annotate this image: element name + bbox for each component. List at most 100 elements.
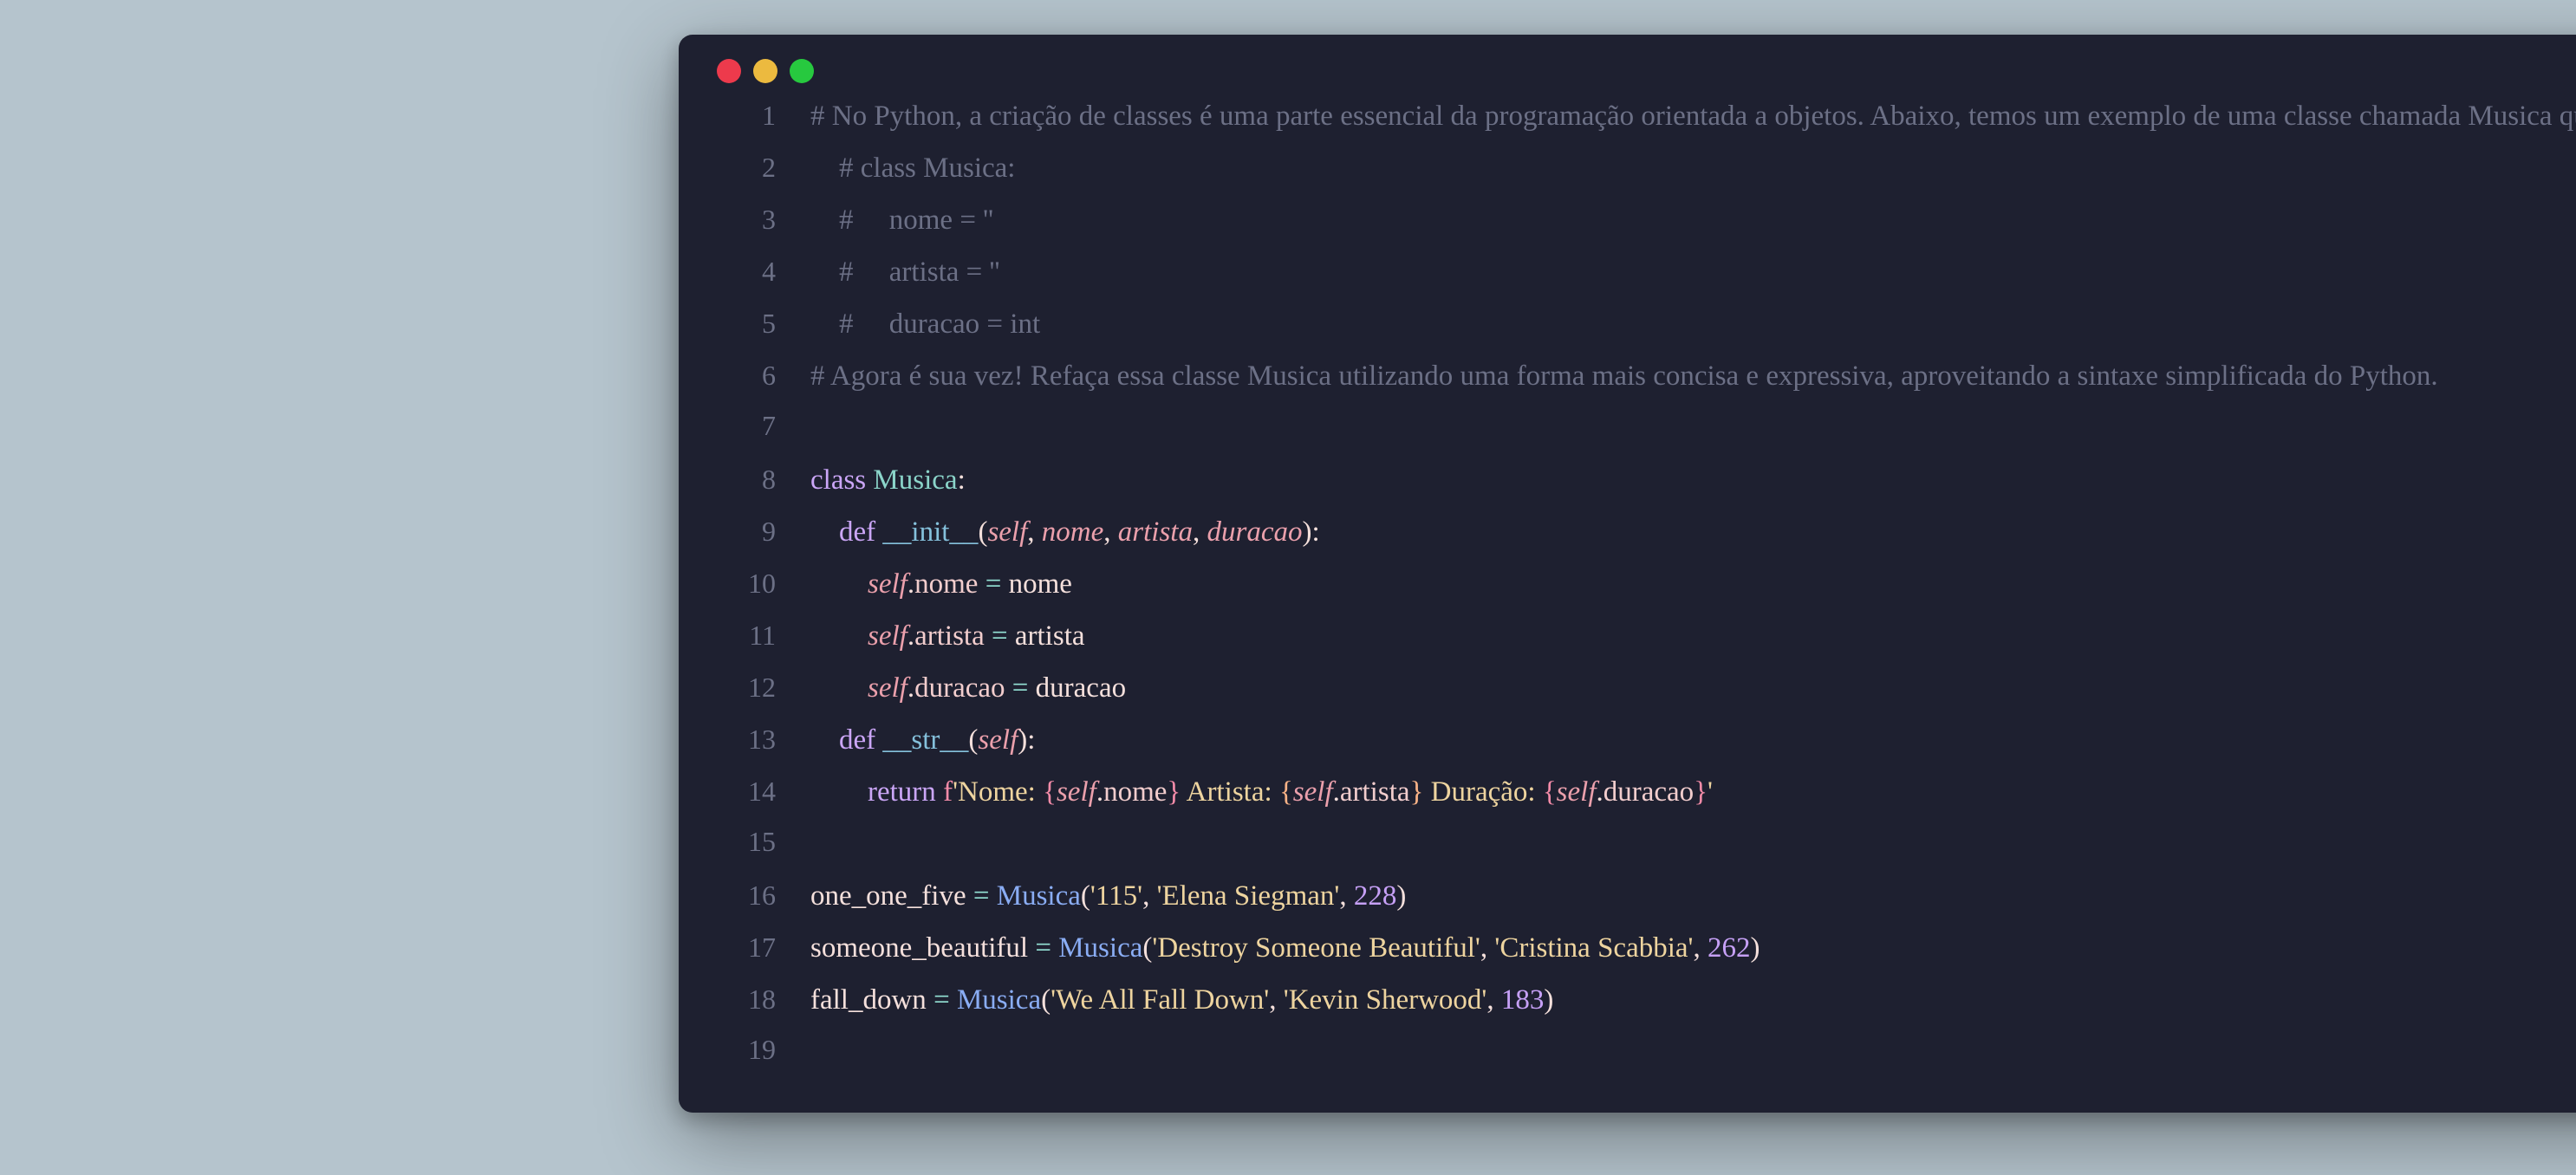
indent <box>810 776 868 808</box>
string-literal: 'Elena Siegman' <box>1157 880 1340 912</box>
code-line: 18 fall_down = Musica('We All Fall Down'… <box>717 984 2576 1036</box>
line-number: 3 <box>717 206 810 237</box>
ident-nome: nome <box>1009 568 1072 600</box>
string-literal: 'We All Fall Down' <box>1051 984 1269 1016</box>
equals: = <box>985 620 1015 652</box>
line-number: 11 <box>717 622 810 652</box>
lparen: ( <box>1041 984 1051 1016</box>
code-line: 12 self.duracao = duracao <box>717 672 2576 724</box>
line-number: 4 <box>717 258 810 289</box>
string-literal: '115' <box>1090 880 1142 912</box>
comma: , <box>1486 984 1501 1016</box>
brace-close: } <box>1410 776 1424 808</box>
attr-nome: nome <box>1103 776 1167 808</box>
rparen: ) <box>1751 932 1760 964</box>
equals: = <box>978 568 1008 600</box>
attr-nome: nome <box>914 568 978 600</box>
indent <box>810 516 839 548</box>
comma: , <box>1269 984 1284 1016</box>
line-number: 16 <box>717 882 810 912</box>
comma: , <box>1142 880 1157 912</box>
code-line: 9 def __init__(self, nome, artista, dura… <box>717 516 2576 568</box>
keyword-def: def <box>839 724 875 756</box>
comment: # No Python, a criação de classes é uma … <box>810 101 2576 132</box>
close-icon[interactable] <box>717 59 741 83</box>
string-seg: Artista: <box>1181 776 1279 808</box>
code-line: 13 def __str__(self): <box>717 724 2576 776</box>
param-nome: nome <box>1042 516 1104 548</box>
attr-duracao: duracao <box>1603 776 1694 808</box>
comma: , <box>1103 516 1118 548</box>
code-line: 16 one_one_five = Musica('115', 'Elena S… <box>717 880 2576 932</box>
indent <box>810 568 868 600</box>
string-literal: 'Cristina Scabbia' <box>1494 932 1693 964</box>
line-number: 18 <box>717 986 810 1016</box>
line-number: 2 <box>717 154 810 185</box>
keyword-def: def <box>839 516 875 548</box>
ident-duracao: duracao <box>1036 672 1126 704</box>
comma: , <box>1694 932 1708 964</box>
self: self <box>868 672 907 704</box>
fn-musica: Musica <box>957 984 1041 1016</box>
attr-artista: artista <box>914 620 985 652</box>
brace-close: } <box>1694 776 1708 808</box>
var-fall-down: fall_down <box>810 984 927 1016</box>
dot: . <box>907 568 914 600</box>
colon: : <box>1312 516 1320 548</box>
code-line: 2 # class Musica: <box>717 153 2576 204</box>
keyword-return: return <box>868 776 936 808</box>
attr-duracao: duracao <box>914 672 1005 704</box>
var-someone-beautiful: someone_beautiful <box>810 932 1028 964</box>
number-literal: 262 <box>1708 932 1751 964</box>
indent <box>810 620 868 652</box>
param-self: self <box>978 724 1018 756</box>
ident-artista: artista <box>1015 620 1085 652</box>
class-name: Musica <box>873 464 957 496</box>
magic-init: __init__ <box>882 516 978 548</box>
equals: = <box>1005 672 1036 704</box>
comma: , <box>1339 880 1354 912</box>
string-quote: ' <box>1708 776 1713 808</box>
maximize-icon[interactable] <box>790 59 814 83</box>
comma: , <box>1193 516 1207 548</box>
colon: : <box>958 464 966 496</box>
lparen: ( <box>1142 932 1152 964</box>
comment: # duracao = int <box>810 308 1040 340</box>
lparen: ( <box>968 724 978 756</box>
code-line: 15 <box>717 828 2576 880</box>
brace-open: { <box>1043 776 1057 808</box>
comment: # Agora é sua vez! Refaça essa classe Mu… <box>810 360 2438 392</box>
var-one-one-five: one_one_five <box>810 880 966 912</box>
code-editor[interactable]: 1 # No Python, a criação de classes é um… <box>717 101 2576 1088</box>
code-window: 1 # No Python, a criação de classes é um… <box>679 35 2576 1113</box>
equals: = <box>927 984 957 1016</box>
brace-open: { <box>1543 776 1557 808</box>
brace-open: { <box>1279 776 1293 808</box>
param-self: self <box>987 516 1027 548</box>
line-number: 12 <box>717 674 810 704</box>
minimize-icon[interactable] <box>753 59 777 83</box>
number-literal: 183 <box>1501 984 1545 1016</box>
equals: = <box>966 880 997 912</box>
rparen: ) <box>1396 880 1406 912</box>
string-literal: 'Kevin Sherwood' <box>1284 984 1487 1016</box>
magic-str: __str__ <box>882 724 968 756</box>
dot: . <box>907 620 914 652</box>
line-number: 13 <box>717 726 810 756</box>
rparen: ) <box>1544 984 1553 1016</box>
comment: # class Musica: <box>810 153 1015 184</box>
string-seg: Duração: <box>1423 776 1542 808</box>
line-number: 17 <box>717 934 810 964</box>
self: self <box>1057 776 1096 808</box>
keyword-class: class <box>810 464 866 496</box>
comment: # nome = '' <box>810 204 993 236</box>
line-number: 6 <box>717 362 810 393</box>
equals: = <box>1028 932 1058 964</box>
code-line: 14 return f'Nome: {self.nome} Artista: {… <box>717 776 2576 828</box>
attr-artista: artista <box>1340 776 1410 808</box>
f-prefix: f <box>936 776 953 808</box>
self: self <box>1293 776 1333 808</box>
fn-musica: Musica <box>1058 932 1142 964</box>
code-line: 8 class Musica: <box>717 464 2576 516</box>
line-number: 10 <box>717 570 810 600</box>
